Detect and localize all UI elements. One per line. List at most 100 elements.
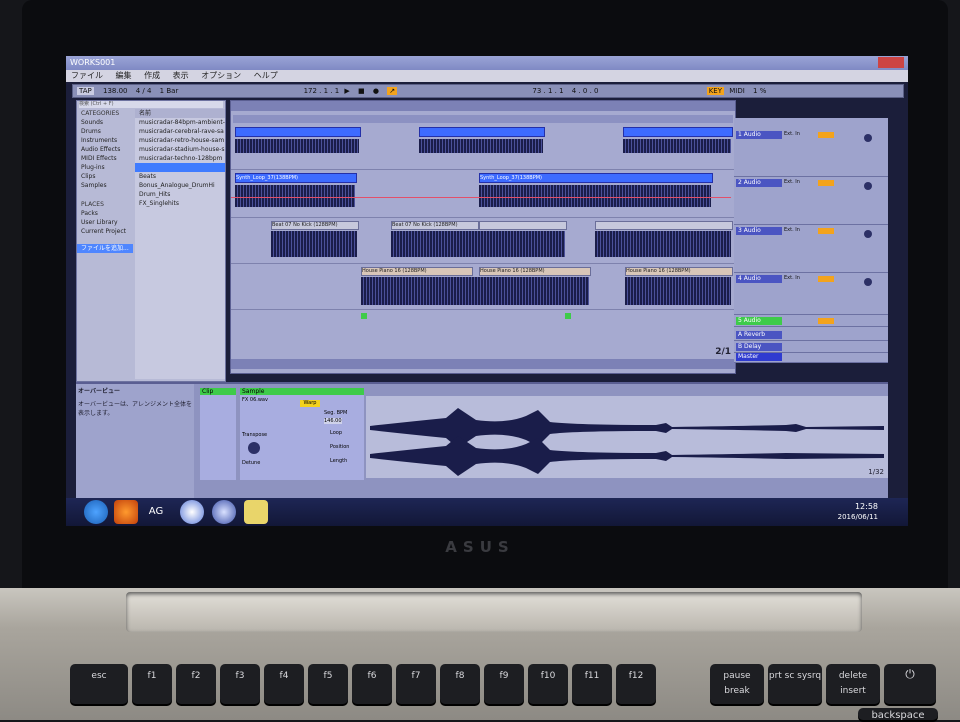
category-plugins[interactable]: Plug-ins xyxy=(77,163,133,172)
track-name[interactable]: 5 Audio xyxy=(736,317,782,325)
return-name[interactable]: B Delay xyxy=(736,343,782,351)
track-lane-1[interactable] xyxy=(231,125,751,170)
key-f4[interactable]: f4 xyxy=(264,664,304,704)
key-map-button[interactable]: KEY xyxy=(706,87,725,95)
input-selector[interactable]: Ext. In xyxy=(784,227,800,233)
category-sounds[interactable]: Sounds xyxy=(77,118,133,127)
file-row[interactable]: musicradar-retro-house-sam xyxy=(135,136,225,145)
close-button[interactable] xyxy=(878,57,904,68)
loop-length-field[interactable]: 4 . 0 . 0 xyxy=(572,87,599,95)
automation-arm-icon[interactable]: ↗ xyxy=(387,87,398,95)
locator-marker[interactable] xyxy=(565,313,571,319)
menu-options[interactable]: オプション xyxy=(201,71,241,80)
name-column-header[interactable]: 名前 xyxy=(135,109,225,118)
clip-header[interactable] xyxy=(235,127,361,137)
sample-editor[interactable]: 1/32 xyxy=(366,396,888,478)
clip-house-piano[interactable]: House Piano 16 (128BPM) xyxy=(625,267,733,276)
track-lane-3[interactable]: Beat 07 No Kick (128BPM) Beat 07 No Kick… xyxy=(231,219,751,264)
track-activator[interactable] xyxy=(818,228,834,234)
place-user-library[interactable]: User Library xyxy=(77,218,133,227)
track-activator[interactable] xyxy=(818,318,834,324)
key-power[interactable]: ⏻ xyxy=(884,664,936,704)
loop-start-field[interactable]: 73 . 1 . 1 xyxy=(532,87,563,95)
sample-box-header[interactable]: Sample xyxy=(240,388,364,395)
category-clips[interactable]: Clips xyxy=(77,172,133,181)
key-f1[interactable]: f1 xyxy=(132,664,172,704)
tempo-field[interactable]: 138.00 xyxy=(103,87,128,95)
track-activator[interactable] xyxy=(818,132,834,138)
pan-knob[interactable] xyxy=(864,134,872,142)
file-row[interactable]: Bonus_Analogue_DrumHi xyxy=(135,181,225,190)
locator-marker[interactable] xyxy=(361,313,367,319)
track-activator[interactable] xyxy=(818,276,834,282)
bottom-ruler[interactable] xyxy=(231,359,735,369)
return-name[interactable]: A Reverb xyxy=(736,331,782,339)
key-backspace[interactable]: backspace xyxy=(858,708,938,721)
clip-box-header[interactable]: Clip xyxy=(200,388,236,395)
category-drums[interactable]: Drums xyxy=(77,127,133,136)
master-name[interactable]: Master xyxy=(736,353,782,361)
loop-button[interactable]: Loop xyxy=(330,430,342,436)
signature-field[interactable]: 4 / 4 xyxy=(136,87,152,95)
midi-map-button[interactable]: MIDI xyxy=(729,87,745,95)
file-row[interactable]: musicradar-techno-128bpm xyxy=(135,154,225,163)
overview-bar[interactable] xyxy=(231,101,735,111)
transpose-knob[interactable] xyxy=(248,442,260,454)
file-row[interactable]: Drum_Hits xyxy=(135,190,225,199)
file-row[interactable]: musicradar-cerebral-rave-sa xyxy=(135,127,225,136)
key-esc[interactable]: esc xyxy=(70,664,128,704)
key-f7[interactable]: f7 xyxy=(396,664,436,704)
file-row[interactable]: musicradar-stadium-house-s xyxy=(135,145,225,154)
key-f3[interactable]: f3 xyxy=(220,664,260,704)
stop-icon[interactable]: ■ xyxy=(358,87,365,95)
clip-header[interactable] xyxy=(419,127,545,137)
clock-time[interactable]: 12:58 xyxy=(855,502,878,511)
clip-house-piano[interactable]: House Piano 16 (128BPM) xyxy=(361,267,473,276)
clip-synth-loop[interactable]: Synth_Loop_37(138BPM) xyxy=(235,173,357,183)
place-packs[interactable]: Packs xyxy=(77,209,133,218)
app-icon[interactable] xyxy=(212,500,236,524)
key-f9[interactable]: f9 xyxy=(484,664,524,704)
track-name[interactable]: 1 Audio xyxy=(736,131,782,139)
category-midi-effects[interactable]: MIDI Effects xyxy=(77,154,133,163)
track-name[interactable]: 3 Audio xyxy=(736,227,782,235)
menu-file[interactable]: ファイル xyxy=(71,71,103,80)
key-f5[interactable]: f5 xyxy=(308,664,348,704)
file-row[interactable]: FX_Singlehits xyxy=(135,199,225,208)
key-f2[interactable]: f2 xyxy=(176,664,216,704)
timeline-ruler[interactable] xyxy=(233,115,733,123)
key-f8[interactable]: f8 xyxy=(440,664,480,704)
input-selector[interactable]: Ext. In xyxy=(784,131,800,137)
key-delete[interactable]: delete insert xyxy=(826,664,880,704)
clock-date[interactable]: 2016/06/11 xyxy=(838,513,878,521)
quantize-menu[interactable]: 1 Bar xyxy=(160,87,179,95)
pan-knob[interactable] xyxy=(864,230,872,238)
place-add-folder[interactable]: ファイルを追加... xyxy=(77,244,133,253)
input-selector[interactable]: Ext. In xyxy=(784,275,800,281)
file-row[interactable]: musicradar-84bpm-ambient-sam xyxy=(135,118,225,127)
ableton-icon[interactable]: AG xyxy=(144,500,168,524)
clip-beat[interactable]: Beat 07 No Kick (128BPM) xyxy=(391,221,479,230)
clip-beat[interactable] xyxy=(479,221,567,230)
input-selector[interactable]: Ext. In xyxy=(784,179,800,185)
clip-house-piano[interactable]: House Piano 16 (128BPM) xyxy=(479,267,591,276)
menu-edit[interactable]: 編集 xyxy=(116,71,132,80)
browser-search-input[interactable]: 検索 (Ctrl + F) xyxy=(79,101,223,108)
category-instruments[interactable]: Instruments xyxy=(77,136,133,145)
play-icon[interactable]: ▶ xyxy=(344,87,349,95)
menu-help[interactable]: ヘルプ xyxy=(254,71,278,80)
track-lane-4[interactable]: House Piano 16 (128BPM) House Piano 16 (… xyxy=(231,265,751,310)
key-f10[interactable]: f10 xyxy=(528,664,568,704)
seg-bpm-field[interactable]: 146.00 xyxy=(324,418,342,424)
track-name[interactable]: 4 Audio xyxy=(736,275,782,283)
clip-beat[interactable]: Beat 07 No Kick (128BPM) xyxy=(271,221,359,230)
place-current-project[interactable]: Current Project xyxy=(77,227,133,236)
key-f11[interactable]: f11 xyxy=(572,664,612,704)
firefox-icon[interactable] xyxy=(114,500,138,524)
category-audio-effects[interactable]: Audio Effects xyxy=(77,145,133,154)
record-icon[interactable]: ● xyxy=(373,87,379,95)
clip-synth-loop[interactable]: Synth_Loop_37(138BPM) xyxy=(479,173,713,183)
tap-button[interactable]: TAP xyxy=(77,87,94,95)
position-field[interactable]: 172 . 1 . 1 xyxy=(304,87,340,95)
key-print-screen[interactable]: prt sc sysrq xyxy=(768,664,822,704)
